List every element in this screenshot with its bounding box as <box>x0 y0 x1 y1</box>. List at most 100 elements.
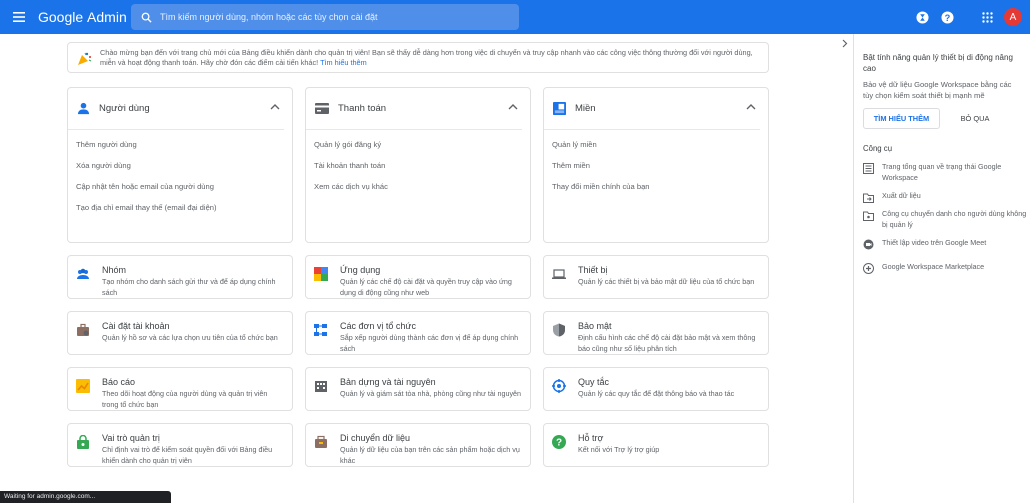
domains-card-title: Miền <box>575 103 596 114</box>
security-desc: Định cấu hình các chế độ cài đặt bảo mật… <box>578 333 756 353</box>
account-settings-title: Cài đặt tài khoản <box>102 321 170 331</box>
billing-link-other-services[interactable]: Xem các dịch vụ khác <box>306 176 530 197</box>
tool-item-data-export[interactable]: Xuất dữ liệu <box>863 191 1028 203</box>
banner-text: Chào mừng bạn đến với trang chủ mới của … <box>100 48 760 68</box>
shield-icon <box>553 323 565 337</box>
panel-collapse-button[interactable] <box>838 36 852 50</box>
main-menu-button[interactable] <box>0 0 38 34</box>
support-desc: Kết nối với Trợ lý trợ giúp <box>578 445 660 454</box>
briefcase-icon <box>77 323 89 336</box>
tool-label: Thiết lập video trên Google Meet <box>882 238 987 247</box>
folder-transfer-icon <box>863 211 874 221</box>
rules-card[interactable]: Quy tắc Quản lý các quy tắc để đặt thông … <box>543 367 769 411</box>
main-content: Chào mừng bạn đến với trang chủ mới của … <box>0 34 837 503</box>
data-migration-icon <box>315 435 327 448</box>
domain-icon <box>553 102 566 115</box>
devices-card[interactable]: Thiết bị Quản lý các thiết bị và bảo mật … <box>543 255 769 299</box>
laptop-icon <box>552 269 566 279</box>
users-card-header[interactable]: Người dùng <box>68 88 284 130</box>
browser-status-bar: Waiting for admin.google.com... <box>0 491 171 503</box>
marketplace-icon <box>863 263 874 274</box>
export-icon <box>863 193 874 203</box>
org-units-card[interactable]: Các đơn vị tổ chức Sắp xếp người dùng thà… <box>305 311 531 355</box>
rules-icon <box>552 379 566 393</box>
meet-icon <box>863 239 874 250</box>
admin-roles-desc: Chỉ định vai trò để kiểm soát quyền đối … <box>102 445 273 465</box>
banner-learn-more-link[interactable]: Tìm hiểu thêm <box>320 58 367 67</box>
tool-label: Trang tổng quan về trạng thái Google Wor… <box>882 162 1002 182</box>
apps-icon <box>314 267 328 281</box>
buildings-title: Bản dựng và tài nguyên <box>340 377 436 387</box>
search-placeholder[interactable]: Tìm kiếm người dùng, nhóm hoặc các tùy c… <box>160 12 378 22</box>
welcome-banner: Chào mừng bạn đến với trang chủ mới của … <box>67 42 769 73</box>
help-icon[interactable]: ? <box>939 9 955 25</box>
domains-link-change-primary[interactable]: Thay đổi miền chính của bạn <box>544 176 768 197</box>
billing-card-header[interactable]: Thanh toán <box>306 88 522 130</box>
apps-desc: Quản lý các chế độ cài đặt và quyền truy… <box>340 277 512 297</box>
users-link-delete[interactable]: Xóa người dùng <box>68 155 292 176</box>
org-units-desc: Sắp xếp người dùng thành các đơn vị để á… <box>340 333 519 353</box>
right-side-panel: Bật tính năng quản lý thiết bị di động n… <box>853 34 1030 503</box>
apps-grid-icon[interactable] <box>979 9 995 25</box>
tool-label: Xuất dữ liệu <box>882 191 921 200</box>
admin-roles-icon <box>77 435 89 449</box>
users-link-add[interactable]: Thêm người dùng <box>68 134 292 155</box>
support-title: Hỗ trợ <box>578 433 604 443</box>
account-avatar[interactable]: A <box>1004 8 1022 26</box>
devices-desc: Quản lý các thiết bị và bảo mật dữ liệu … <box>578 277 755 286</box>
apps-card[interactable]: Ứng dụng Quản lý các chế độ cài đặt và qu… <box>305 255 531 299</box>
domains-card-header[interactable]: Miền <box>544 88 760 130</box>
tools-heading: Công cụ <box>863 144 893 153</box>
groups-card[interactable]: Nhóm Tạo nhóm cho danh sách gửi thư và để… <box>67 255 293 299</box>
org-units-title: Các đơn vị tổ chức <box>340 321 416 331</box>
tool-item-marketplace[interactable]: Google Workspace Marketplace <box>863 262 1028 274</box>
hourglass-icon[interactable] <box>914 9 930 25</box>
users-link-alias[interactable]: Tạo địa chỉ email thay thế (email đại di… <box>68 197 292 218</box>
tool-label: Google Workspace Marketplace <box>882 262 985 271</box>
account-settings-card[interactable]: Cài đặt tài khoản Quản lý hồ sơ và các lự… <box>67 311 293 355</box>
svg-text:?: ? <box>556 438 562 449</box>
tool-item-meet-setup[interactable]: Thiết lập video trên Google Meet <box>863 238 1028 250</box>
party-popper-icon <box>78 52 92 65</box>
groups-icon <box>77 268 89 279</box>
promo-description: Bảo vệ dữ liệu Google Workspace bằng các… <box>863 80 1012 100</box>
admin-roles-title: Vai trò quản trị <box>102 433 160 443</box>
data-migration-title: Di chuyển dữ liệu <box>340 433 411 443</box>
account-settings-desc: Quản lý hồ sơ và các lựa chọn ưu tiên củ… <box>102 333 278 342</box>
org-units-icon <box>314 324 327 336</box>
skip-button[interactable]: BỎ QUA <box>949 108 1001 129</box>
support-card[interactable]: ? Hỗ trợ Kết nối với Trợ lý trợ giúp <box>543 423 769 467</box>
tool-item-status-dashboard[interactable]: Trang tổng quan về trạng thái Google Wor… <box>863 162 1028 183</box>
data-migration-card[interactable]: Di chuyển dữ liệu Quản lý dữ liệu của bạn… <box>305 423 531 467</box>
domains-link-add[interactable]: Thêm miền <box>544 155 768 176</box>
buildings-card[interactable]: Bản dựng và tài nguyên Quản lý và giám sá… <box>305 367 531 411</box>
security-title: Bảo mật <box>578 321 612 331</box>
brand-google: Google <box>38 9 84 25</box>
domains-card: Miền Quản lý miền Thêm miền Thay đổi miề… <box>543 87 769 243</box>
security-card[interactable]: Bảo mật Định cấu hình các chế độ cài đặt … <box>543 311 769 355</box>
rules-desc: Quản lý các quy tắc để đặt thông báo và … <box>578 389 735 398</box>
chevron-up-icon[interactable] <box>270 103 280 110</box>
billing-card-title: Thanh toán <box>338 103 387 114</box>
learn-more-button[interactable]: TÌM HIỂU THÊM <box>863 108 940 129</box>
person-icon <box>77 102 90 115</box>
admin-roles-card[interactable]: Vai trò quản trị Chỉ định vai trò để kiểm… <box>67 423 293 467</box>
search-box[interactable]: Tìm kiếm người dùng, nhóm hoặc các tùy c… <box>131 4 519 30</box>
reports-title: Báo cáo <box>102 377 136 387</box>
chevron-up-icon[interactable] <box>508 103 518 110</box>
help-icon: ? <box>552 435 566 449</box>
groups-desc: Tạo nhóm cho danh sách gửi thư và để áp … <box>102 277 276 297</box>
reports-card[interactable]: Báo cáo Theo dõi hoạt động của người dùng… <box>67 367 293 411</box>
google-admin-logo[interactable]: Google Admin <box>38 9 127 25</box>
data-migration-desc: Quản lý dữ liệu của bạn trên các sản phẩ… <box>340 445 520 465</box>
domains-link-manage[interactable]: Quản lý miền <box>544 134 768 155</box>
billing-link-subscriptions[interactable]: Quản lý gói đăng ký <box>306 134 530 155</box>
users-link-update[interactable]: Cập nhật tên hoặc email của người dùng <box>68 176 292 197</box>
users-card-title: Người dùng <box>99 103 150 114</box>
chevron-up-icon[interactable] <box>746 103 756 110</box>
tool-label: Công cụ chuyển danh cho người dùng không… <box>882 209 1027 229</box>
credit-card-icon <box>315 103 329 114</box>
groups-title: Nhóm <box>102 265 127 275</box>
tool-item-transfer[interactable]: Công cụ chuyển danh cho người dùng không… <box>863 209 1028 230</box>
billing-link-accounts[interactable]: Tài khoản thanh toán <box>306 155 530 176</box>
